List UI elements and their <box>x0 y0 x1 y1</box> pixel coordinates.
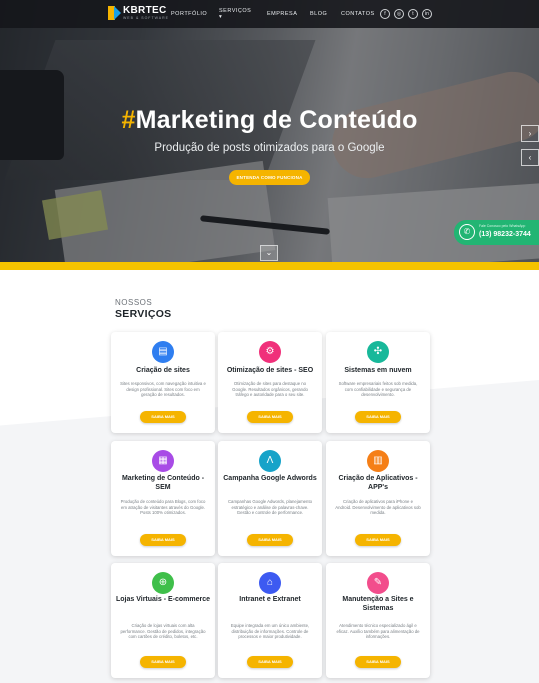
chevron-down-icon: ⌄ <box>265 248 273 257</box>
service-card[interactable]: ⊕ Lojas Virtuais - E-commerce Criação de l… <box>111 563 215 678</box>
service-card-title: Lojas Virtuais - E-commerce <box>115 596 211 603</box>
twitter-icon[interactable]: t <box>408 9 418 19</box>
service-card-title: Criação de Aplicativos - APP's <box>338 475 418 491</box>
intranet-icon: ⌂ <box>259 572 281 594</box>
learn-more-button[interactable]: SAIBA MAIS <box>247 411 293 423</box>
nav-item-1[interactable]: SERVIÇOS ▾ <box>219 8 251 20</box>
service-card-title: Marketing de Conteúdo - SEM <box>121 475 205 491</box>
learn-more-button[interactable]: SAIBA MAIS <box>355 534 401 546</box>
learn-more-button[interactable]: SAIBA MAIS <box>247 656 293 668</box>
chevron-right-icon: › <box>528 129 532 138</box>
hero-title-hash: # <box>121 106 136 134</box>
chevron-left-icon: ‹ <box>528 153 532 162</box>
service-card-description: Equipe integrada em um único ambiente, d… <box>230 623 310 639</box>
service-card-title: Otimização de sites - SEO <box>226 367 314 374</box>
nav-item-2[interactable]: EMPRESA <box>267 11 297 17</box>
adwords-icon: Λ <box>259 450 281 472</box>
learn-more-button[interactable]: SAIBA MAIS <box>355 656 401 668</box>
apps-icon: ▥ <box>367 450 389 472</box>
service-card-description: Produção de conteúdo para Blogs, com foc… <box>120 499 206 515</box>
cloud-systems-icon: ✣ <box>367 341 389 363</box>
social-links: f ◎ t in <box>380 9 432 19</box>
linkedin-icon[interactable]: in <box>422 9 432 19</box>
learn-more-button[interactable]: SAIBA MAIS <box>140 534 186 546</box>
nav-item-0[interactable]: PORTFÓLIO <box>171 11 207 17</box>
kbrtec-logo[interactable]: KBRTEC WEB & SOFTWARE <box>108 6 169 21</box>
instagram-icon[interactable]: ◎ <box>394 9 404 19</box>
service-card[interactable]: Λ Campanha Google Adwords Campanhas Google… <box>218 441 322 556</box>
learn-more-button[interactable]: SAIBA MAIS <box>140 656 186 668</box>
service-card-title: Manutenção a Sites e Sistemas <box>342 596 414 612</box>
ecommerce-icon: ⊕ <box>152 572 174 594</box>
maintenance-icon: ✎ <box>367 572 389 594</box>
website-icon: ▤ <box>152 341 174 363</box>
content-marketing-icon: ▦ <box>152 450 174 472</box>
seo-icon: ⚙ <box>259 341 281 363</box>
whatsapp-number: (13) 98232-3744 <box>479 231 531 238</box>
service-card[interactable]: ✎ Manutenção a Sites e Sistemas Atendiment… <box>326 563 430 678</box>
nav-item-4[interactable]: CONTATOS <box>341 11 375 17</box>
service-card-title: Criação de sites <box>136 367 190 374</box>
service-card-title: Sistemas em nuvem <box>344 367 412 374</box>
whatsapp-contact-button[interactable]: ✆ Fale Conosco pelo WhatsApp (13) 98232-… <box>454 220 539 245</box>
logo-name: KBRTEC <box>123 5 167 16</box>
service-card-description: Atendimento técnico especializado ágil e… <box>336 623 420 639</box>
service-card[interactable]: ▥ Criação de Aplicativos - APP's Criação d… <box>326 441 430 556</box>
learn-more-button[interactable]: SAIBA MAIS <box>247 534 293 546</box>
slider-prev-button[interactable]: ‹ <box>521 149 539 166</box>
nav-item-3[interactable]: BLOG <box>310 11 327 17</box>
service-card[interactable]: ▤ Criação de sites Sites responsivos, com … <box>111 332 215 433</box>
service-card-description: Criação de aplicativos para iPhone e And… <box>335 499 421 515</box>
hero-bottom-bar <box>0 262 539 270</box>
hero-title-text: Marketing de Conteúdo <box>135 106 418 134</box>
facebook-icon[interactable]: f <box>380 9 390 19</box>
services-pretitle: NOSSOS <box>115 298 153 307</box>
slider-next-button[interactable]: › <box>521 125 539 142</box>
service-card-description: Sites responsivos, com navegação intuiti… <box>120 381 206 397</box>
whatsapp-icon: ✆ <box>459 224 475 240</box>
service-card-description: Criação de lojas virtuais com alta perfo… <box>120 623 206 639</box>
service-card-description: Software empresariais feitos sob medida,… <box>338 381 418 397</box>
whatsapp-label: Fale Conosco pelo WhatsApp <box>479 224 526 228</box>
learn-more-button[interactable]: SAIBA MAIS <box>140 411 186 423</box>
hero-title: #Marketing de Conteúdo <box>0 106 539 135</box>
service-card-title: Campanha Google Adwords <box>223 475 317 482</box>
scroll-down-button[interactable]: ⌄ <box>260 245 278 261</box>
top-navbar: KBRTEC WEB & SOFTWARE PORTFÓLIO SERVIÇOS … <box>0 0 539 28</box>
learn-more-button[interactable]: SAIBA MAIS <box>355 411 401 423</box>
service-card[interactable]: ▦ Marketing de Conteúdo - SEM Produção de … <box>111 441 215 556</box>
service-card-description: Otimização de sites para destaque no Goo… <box>232 381 308 397</box>
service-card[interactable]: ✣ Sistemas em nuvem Software empresariais … <box>326 332 430 433</box>
page: #Marketing de Conteúdo Produção de posts… <box>0 0 539 683</box>
logo-mark-icon <box>108 6 121 20</box>
service-card-title: Intranet e Extranet <box>239 596 301 603</box>
services-title: SERVIÇOS <box>115 308 172 320</box>
service-card-description: Campanhas Google Adwords, planejamento e… <box>227 499 313 515</box>
service-card[interactable]: ⚙ Otimização de sites - SEO Otimização de … <box>218 332 322 433</box>
learn-how-button[interactable]: ENTENDA COMO FUNCIONA <box>229 170 310 185</box>
service-card[interactable]: ⌂ Intranet e Extranet Equipe integrada em … <box>218 563 322 678</box>
logo-tagline: WEB & SOFTWARE <box>123 16 169 20</box>
hero-subtitle: Produção de posts otimizados para o Goog… <box>154 142 385 154</box>
